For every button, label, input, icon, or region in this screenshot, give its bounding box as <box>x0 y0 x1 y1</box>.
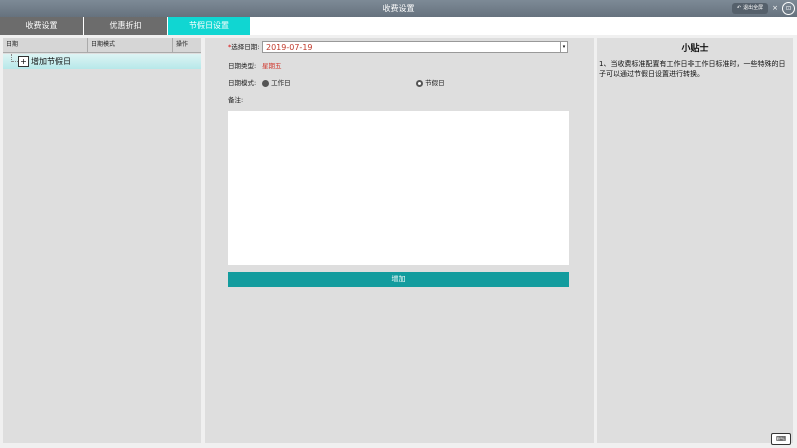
tree-item-label: 增加节假日 <box>31 57 71 66</box>
tree-expand-icon[interactable]: + <box>18 56 29 67</box>
tab-bar: 收费设置 优惠折扣 节假日设置 <box>0 17 797 35</box>
date-label-text: 选择日期: <box>231 43 260 51</box>
date-mode-label: 日期模式: <box>228 79 257 87</box>
dropdown-arrow-icon[interactable]: ▾ <box>560 42 567 52</box>
exit-fullscreen-icon: ↶ <box>736 5 742 11</box>
column-actions[interactable]: 操作 <box>173 38 201 52</box>
menu-icon[interactable]: ⊡ <box>782 2 795 15</box>
column-date[interactable]: 日期 <box>3 38 88 52</box>
remark-label: 备注: <box>228 96 244 104</box>
window-controls: ↶ 退出全屏 × ⊡ <box>731 1 795 16</box>
tips-panel: 小贴士 1、当收费标准配置有工作日非工作日标准时，一些特殊的日子可以通过节假日设… <box>597 38 793 443</box>
holiday-form-panel: *选择日期: 2019-07-19 ▾ 日期类型: 星期五 日期模式: 工作日 … <box>205 38 594 443</box>
column-date-mode[interactable]: 日期模式 <box>88 38 173 52</box>
mode-option-holiday[interactable]: 节假日 <box>416 77 445 89</box>
date-label: *选择日期: <box>228 41 259 53</box>
exit-fullscreen-label: 退出全屏 <box>743 5 764 11</box>
date-type-row: 日期类型: 星期五 <box>228 60 282 72</box>
date-value: 2019-07-19 <box>266 43 313 52</box>
tab-discount[interactable]: 优惠折扣 <box>84 17 167 35</box>
tab-fee-settings[interactable]: 收费设置 <box>0 17 83 35</box>
exit-fullscreen-button[interactable]: ↶ 退出全屏 <box>731 3 769 14</box>
radio-holiday[interactable] <box>416 79 423 87</box>
mode-option-workday[interactable]: 工作日 <box>262 77 291 89</box>
date-mode-row: 日期模式: 工作日 节假日 <box>228 77 573 89</box>
mode-option-workday-label: 工作日 <box>271 79 291 87</box>
window-title: 收费设置 <box>382 4 415 13</box>
tips-text: 1、当收费标准配置有工作日非工作日标准时，一些特殊的日子可以通过节假日设置进行转… <box>599 60 786 78</box>
remark-textarea[interactable] <box>228 111 569 265</box>
holiday-list-panel: 日期 日期模式 操作 + 增加节假日 <box>3 38 201 443</box>
tips-title: 小贴士 <box>681 44 709 54</box>
close-icon[interactable]: × <box>772 3 778 14</box>
grid-header: 日期 日期模式 操作 <box>3 38 201 53</box>
date-picker-input[interactable]: 2019-07-19 ▾ <box>262 41 568 53</box>
window-titlebar: 收费设置 ↶ 退出全屏 × ⊡ <box>0 0 797 17</box>
tree-item-add-holiday[interactable]: + 增加节假日 <box>3 54 201 69</box>
radio-workday[interactable] <box>262 79 269 87</box>
add-button[interactable]: 增加 <box>228 272 569 287</box>
mode-option-holiday-label: 节假日 <box>425 79 445 87</box>
date-type-label: 日期类型: <box>228 62 257 70</box>
keyboard-icon[interactable]: ⌨ <box>771 433 791 445</box>
tab-holiday-settings[interactable]: 节假日设置 <box>168 17 250 35</box>
date-type-value: 星期五 <box>262 62 282 70</box>
